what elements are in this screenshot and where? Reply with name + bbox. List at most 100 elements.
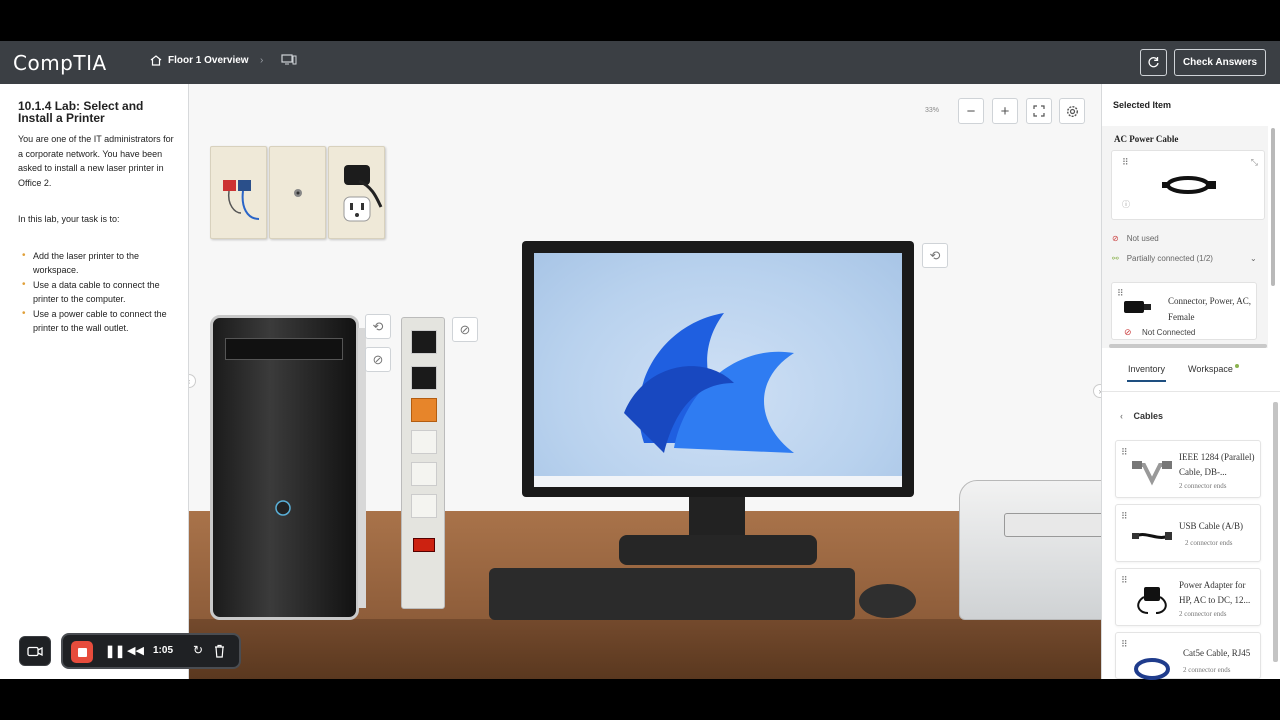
collapse-icon[interactable]: ⤡ — [1251, 157, 1258, 168]
strip-socket[interactable] — [411, 366, 437, 390]
inventory-item[interactable]: ⠿ Power Adapter for HP, AC to DC, 12... … — [1115, 568, 1261, 626]
inventory-item-ends: 2 connector ends — [1185, 539, 1233, 547]
stop-recording-button[interactable] — [71, 641, 93, 663]
zoom-in-button[interactable]: + — [992, 98, 1018, 124]
connector-card[interactable]: ⠿ Connector, Power, AC, Female ⊘ Not Con… — [1111, 282, 1257, 340]
app-root: CompTIA Floor 1 Overview › Check Answers… — [0, 0, 1280, 720]
refresh-icon — [1148, 57, 1159, 68]
mouse[interactable] — [859, 584, 916, 618]
recording-time: 1:05 — [153, 645, 174, 656]
inventory-item[interactable]: ⠿ Cat5e Cable, RJ45 2 connector ends — [1115, 632, 1261, 680]
tab-workspace[interactable]: Workspace — [1188, 364, 1239, 374]
inventory-item[interactable]: ⠿ USB Cable (A/B) 2 connector ends — [1115, 504, 1261, 562]
inventory-item-name: IEEE 1284 (Parallel) Cable, DB-... — [1179, 452, 1255, 477]
recording-controls: ❚❚ ◀◀ 1:05 ↻ — [61, 633, 241, 669]
drag-handle-icon[interactable]: ⠿ — [1121, 575, 1128, 586]
rotate-monitor-button[interactable]: ⟲ — [922, 243, 948, 268]
disconnect-tower-button[interactable]: ⊘ — [365, 347, 391, 372]
lab-instructions-panel: 10.1.4 Lab: Select and Install a Printer… — [0, 84, 189, 679]
chevron-down-icon[interactable]: ⌄ — [1250, 254, 1257, 263]
breadcrumb-floor[interactable]: Floor 1 Overview — [168, 55, 249, 66]
panel-tabs: Inventory Workspace — [1102, 354, 1280, 392]
link-icon: ⚯ — [1112, 254, 1119, 263]
strip-socket[interactable] — [411, 462, 437, 486]
workspace-indicator-dot — [1234, 364, 1239, 368]
status-not-used: ⊘ Not used — [1112, 234, 1159, 243]
tab-workspace-label: Workspace — [1188, 364, 1233, 374]
lab-intro: You are one of the IT administrators for… — [18, 134, 174, 188]
inventory-item-ends: 2 connector ends — [1179, 610, 1227, 618]
drag-handle-icon[interactable]: ⠿ — [1122, 157, 1129, 168]
drag-handle-icon[interactable]: ⠿ — [1121, 639, 1128, 650]
cat5e-cable-image — [1134, 658, 1170, 680]
power-cable-image — [1162, 176, 1216, 194]
inventory-item-name: Power Adapter for HP, AC to DC, 12... — [1179, 580, 1251, 605]
disconnect-strip-button[interactable]: ⊘ — [452, 317, 478, 342]
connector-status: Not Connected — [1142, 328, 1196, 337]
power-outlet-icon — [343, 165, 383, 222]
zoom-out-button[interactable]: − — [958, 98, 984, 124]
optical-drive-bay — [225, 338, 343, 360]
selected-scrollbar[interactable] — [1271, 128, 1275, 286]
network-jack-icon — [223, 180, 260, 220]
windows-bloom-wallpaper — [624, 313, 794, 453]
breadcrumb[interactable]: Floor 1 Overview — [150, 55, 249, 66]
restart-button[interactable]: ↻ — [193, 643, 203, 657]
tab-inventory[interactable]: Inventory — [1126, 364, 1167, 382]
drag-handle-icon[interactable]: ⠿ — [1121, 447, 1128, 458]
power-adapter-image — [1137, 587, 1167, 614]
settings-button[interactable] — [1059, 98, 1085, 124]
reset-button[interactable] — [1140, 49, 1167, 76]
strip-socket[interactable] — [411, 430, 437, 454]
inventory-item-ends: 2 connector ends — [1179, 482, 1227, 490]
fit-view-button[interactable] — [1026, 98, 1052, 124]
check-answers-button[interactable]: Check Answers — [1174, 49, 1266, 76]
info-icon[interactable]: ⓘ — [1122, 199, 1130, 210]
minus-icon: − — [966, 102, 976, 120]
computer-icon[interactable] — [281, 53, 297, 67]
inventory-item-name: Cat5e Cable, RJ45 — [1183, 648, 1251, 658]
stop-icon — [77, 647, 87, 657]
wall-plate-network[interactable] — [210, 146, 267, 239]
drag-handle-icon[interactable]: ⠿ — [1121, 511, 1128, 522]
computer-tower[interactable] — [210, 315, 366, 620]
wall-plate-coax[interactable] — [269, 146, 326, 239]
category-back-button[interactable]: ‹ Cables — [1120, 411, 1163, 421]
strip-socket[interactable] — [411, 494, 437, 518]
task-item: Add the laser printer to the workspace. — [18, 249, 176, 278]
usb-cable-image — [1132, 532, 1172, 540]
strip-socket[interactable] — [411, 330, 437, 354]
laser-printer[interactable] — [959, 480, 1101, 620]
rotate-tower-button[interactable]: ⟲ — [365, 314, 391, 339]
fullscreen-icon — [1033, 105, 1045, 117]
unlink-icon: ⊘ — [372, 351, 384, 367]
top-header: CompTIA Floor 1 Overview › Check Answers — [0, 41, 1280, 84]
trash-icon[interactable] — [214, 644, 225, 658]
task-item: Use a data cable to connect the printer … — [18, 278, 176, 307]
rewind-button[interactable]: ◀◀ — [127, 644, 144, 657]
horizontal-scrollbar[interactable] — [1109, 344, 1267, 348]
keyboard[interactable] — [489, 568, 855, 620]
pause-button[interactable]: ❚❚ — [105, 644, 125, 658]
unlink-icon: ⊘ — [1124, 327, 1132, 337]
monitor[interactable] — [522, 241, 914, 497]
workspace-canvas[interactable]: 33% − + ⟲ ⊘ ⊘ ⟲ — [189, 84, 1101, 679]
coax-jack-icon — [294, 189, 302, 197]
chevron-right-icon: › — [260, 55, 264, 66]
strip-socket-selected[interactable] — [411, 398, 437, 422]
desk-front — [189, 619, 1101, 679]
gear-icon — [1066, 105, 1078, 117]
unlink-icon: ⊘ — [459, 321, 471, 337]
inventory-item-ends: 2 connector ends — [1183, 666, 1231, 674]
camera-toggle-button[interactable] — [19, 636, 51, 666]
collapse-left-button[interactable]: ‹ — [189, 374, 196, 388]
surge-protector[interactable] — [401, 317, 445, 609]
status-partially-connected[interactable]: ⚯ Partially connected (1/2) ⌄ — [1112, 254, 1262, 263]
wall-outlet[interactable] — [328, 146, 385, 239]
strip-power-switch[interactable] — [413, 538, 435, 552]
inventory-scrollbar[interactable] — [1273, 402, 1278, 662]
collapse-right-button[interactable]: › — [1093, 384, 1101, 398]
task-lead: In this lab, your task is to: — [18, 214, 120, 224]
selected-item-card[interactable]: ⠿ ⤡ ⓘ — [1111, 150, 1265, 220]
inventory-item[interactable]: ⠿ IEEE 1284 (Parallel) Cable, DB-... 2 c… — [1115, 440, 1261, 498]
